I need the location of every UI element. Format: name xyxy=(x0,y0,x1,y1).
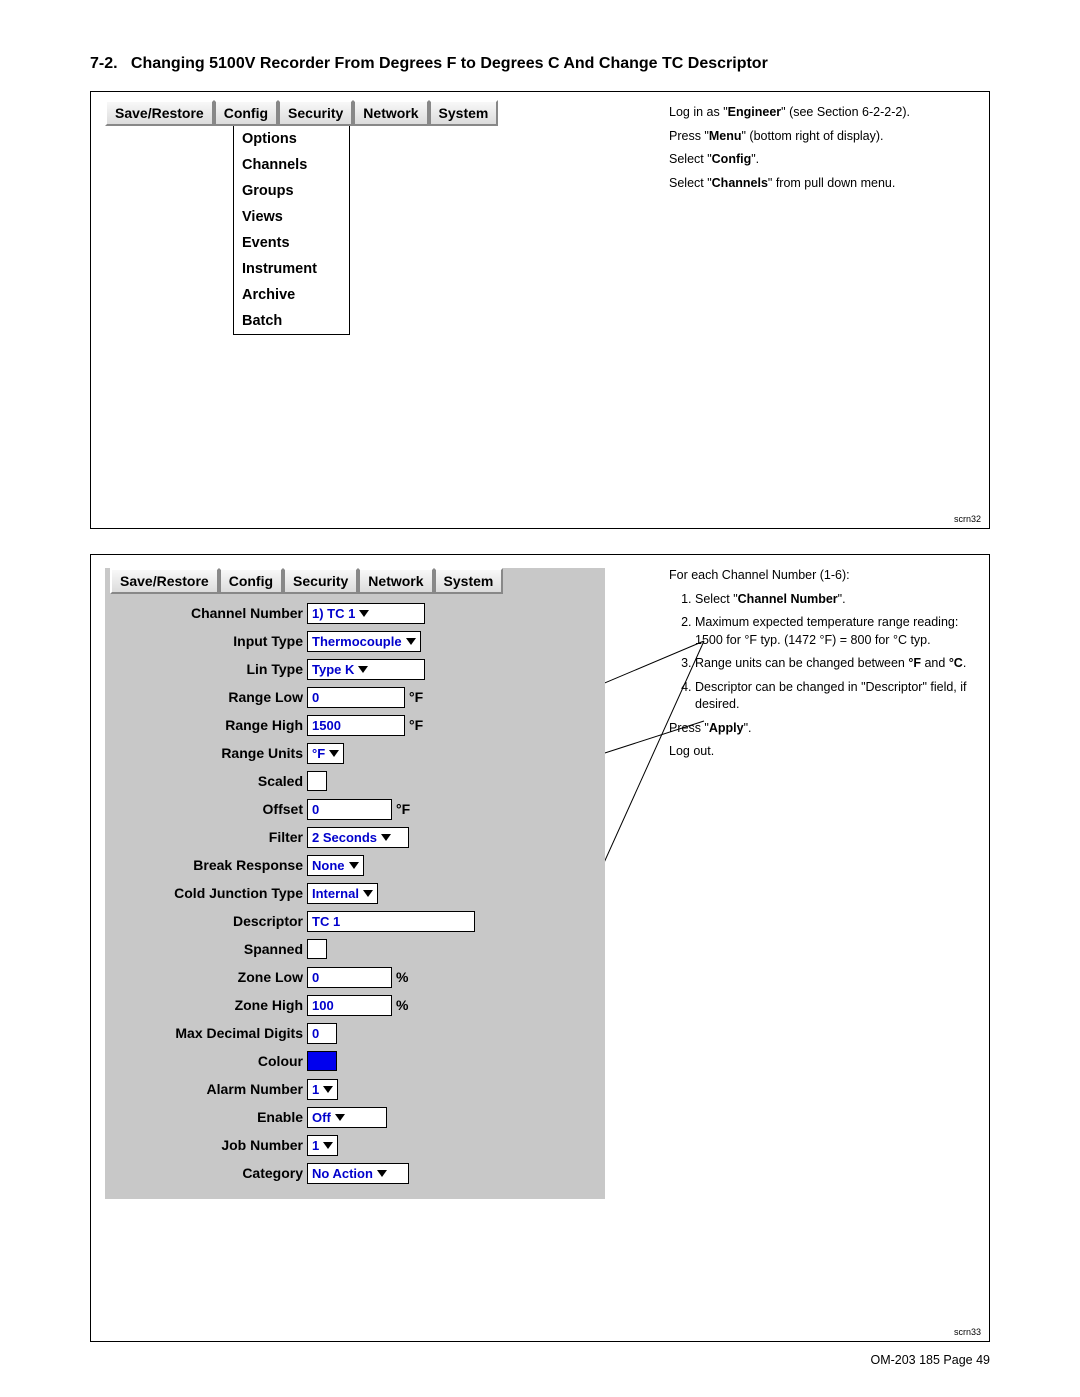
tab-security[interactable]: Security xyxy=(278,100,353,126)
scaled-label: Scaled xyxy=(105,773,307,789)
offset-input[interactable]: 0 xyxy=(307,799,392,820)
instructions-2: For each Channel Number (1-6): Select "C… xyxy=(669,563,981,1199)
input-type-label: Input Type xyxy=(105,633,307,649)
tab-config-2[interactable]: Config xyxy=(219,568,283,594)
chevron-down-icon xyxy=(358,666,368,673)
chevron-down-icon xyxy=(349,862,359,869)
job-number-select[interactable]: 1 xyxy=(307,1135,338,1156)
max-dec-label: Max Decimal Digits xyxy=(105,1025,307,1041)
zone-low-input[interactable]: 0 xyxy=(307,967,392,988)
chevron-down-icon xyxy=(329,750,339,757)
tab-system[interactable]: System xyxy=(429,100,499,126)
menu-item-archive[interactable]: Archive xyxy=(234,282,349,308)
alarm-number-label: Alarm Number xyxy=(105,1081,307,1097)
cjt-label: Cold Junction Type xyxy=(105,885,307,901)
instructions-1: Log in as "Engineer" (see Section 6-2-2-… xyxy=(669,100,981,335)
colour-label: Colour xyxy=(105,1053,307,1069)
menu-item-instrument[interactable]: Instrument xyxy=(234,256,349,282)
break-response-label: Break Response xyxy=(105,857,307,873)
range-high-unit: °F xyxy=(409,717,423,733)
zone-high-label: Zone High xyxy=(105,997,307,1013)
job-number-label: Job Number xyxy=(105,1137,307,1153)
alarm-number-select[interactable]: 1 xyxy=(307,1079,338,1100)
input-type-select[interactable]: Thermocouple xyxy=(307,631,421,652)
offset-label: Offset xyxy=(105,801,307,817)
step-2: Maximum expected temperature range readi… xyxy=(695,614,981,649)
chevron-down-icon xyxy=(377,1170,387,1177)
tab-security-2[interactable]: Security xyxy=(283,568,358,594)
panel-config-menu: Save/Restore Config Security Network Sys… xyxy=(90,91,990,529)
tab-save-restore[interactable]: Save/Restore xyxy=(105,100,214,126)
chevron-down-icon xyxy=(335,1114,345,1121)
chevron-down-icon xyxy=(406,638,416,645)
lin-type-label: Lin Type xyxy=(105,661,307,677)
break-response-select[interactable]: None xyxy=(307,855,364,876)
menu-item-options[interactable]: Options xyxy=(234,126,349,152)
filter-label: Filter xyxy=(105,829,307,845)
chevron-down-icon xyxy=(381,834,391,841)
zone-low-label: Zone Low xyxy=(105,969,307,985)
page-footer: OM-203 185 Page 49 xyxy=(870,1353,990,1367)
offset-unit: °F xyxy=(396,801,410,817)
category-select[interactable]: No Action xyxy=(307,1163,409,1184)
section-title: 7-2. Changing 5100V Recorder From Degree… xyxy=(90,55,990,73)
step-3: Range units can be changed between °F an… xyxy=(695,655,981,673)
chevron-down-icon xyxy=(323,1086,333,1093)
tab-config[interactable]: Config xyxy=(214,100,278,126)
channel-form: Save/Restore Config Security Network Sys… xyxy=(105,568,605,1199)
scaled-checkbox[interactable] xyxy=(307,771,327,791)
channel-number-select[interactable]: 1) TC 1 xyxy=(307,603,425,624)
tab-network[interactable]: Network xyxy=(353,100,428,126)
menu-item-views[interactable]: Views xyxy=(234,204,349,230)
zone-low-unit: % xyxy=(396,969,408,985)
range-high-label: Range High xyxy=(105,717,307,733)
section-title-text: Changing 5100V Recorder From Degrees F t… xyxy=(131,55,768,72)
spanned-checkbox[interactable] xyxy=(307,939,327,959)
panel-channel-config: Save/Restore Config Security Network Sys… xyxy=(90,554,990,1342)
range-units-select[interactable]: °F xyxy=(307,743,344,764)
screenshot-tag-2: scrn33 xyxy=(954,1327,981,1337)
tab-system-2[interactable]: System xyxy=(434,568,504,594)
chevron-down-icon xyxy=(363,890,373,897)
section-number: 7-2. xyxy=(90,55,118,72)
range-low-input[interactable]: 0 xyxy=(307,687,405,708)
range-high-input[interactable]: 1500 xyxy=(307,715,405,736)
range-low-label: Range Low xyxy=(105,689,307,705)
descriptor-input[interactable]: TC 1 xyxy=(307,911,475,932)
channel-number-label: Channel Number xyxy=(105,605,307,621)
step-1: Select "Channel Number". xyxy=(695,591,981,609)
colour-swatch[interactable] xyxy=(307,1051,337,1071)
enable-select[interactable]: Off xyxy=(307,1107,387,1128)
menu-item-events[interactable]: Events xyxy=(234,230,349,256)
filter-select[interactable]: 2 Seconds xyxy=(307,827,409,848)
tab-bar: Save/Restore Config Security Network Sys… xyxy=(105,100,645,126)
menu-item-batch[interactable]: Batch xyxy=(234,308,349,334)
cjt-select[interactable]: Internal xyxy=(307,883,378,904)
category-label: Category xyxy=(105,1165,307,1181)
zone-high-unit: % xyxy=(396,997,408,1013)
tab-network-2[interactable]: Network xyxy=(358,568,433,594)
spanned-label: Spanned xyxy=(105,941,307,957)
zone-high-input[interactable]: 100 xyxy=(307,995,392,1016)
screenshot-tag-1: scrn32 xyxy=(954,514,981,524)
range-low-unit: °F xyxy=(409,689,423,705)
lin-type-select[interactable]: Type K xyxy=(307,659,425,680)
max-dec-input[interactable]: 0 xyxy=(307,1023,337,1044)
menu-item-groups[interactable]: Groups xyxy=(234,178,349,204)
tab-bar-2: Save/Restore Config Security Network Sys… xyxy=(110,568,605,594)
enable-label: Enable xyxy=(105,1109,307,1125)
menu-item-channels[interactable]: Channels xyxy=(234,152,349,178)
range-units-label: Range Units xyxy=(105,745,307,761)
chevron-down-icon xyxy=(323,1142,333,1149)
config-dropdown: Options Channels Groups Views Events Ins… xyxy=(233,126,350,335)
step-4: Descriptor can be changed in "Descriptor… xyxy=(695,679,981,714)
tab-save-restore-2[interactable]: Save/Restore xyxy=(110,568,219,594)
descriptor-label: Descriptor xyxy=(105,913,307,929)
chevron-down-icon xyxy=(359,610,369,617)
